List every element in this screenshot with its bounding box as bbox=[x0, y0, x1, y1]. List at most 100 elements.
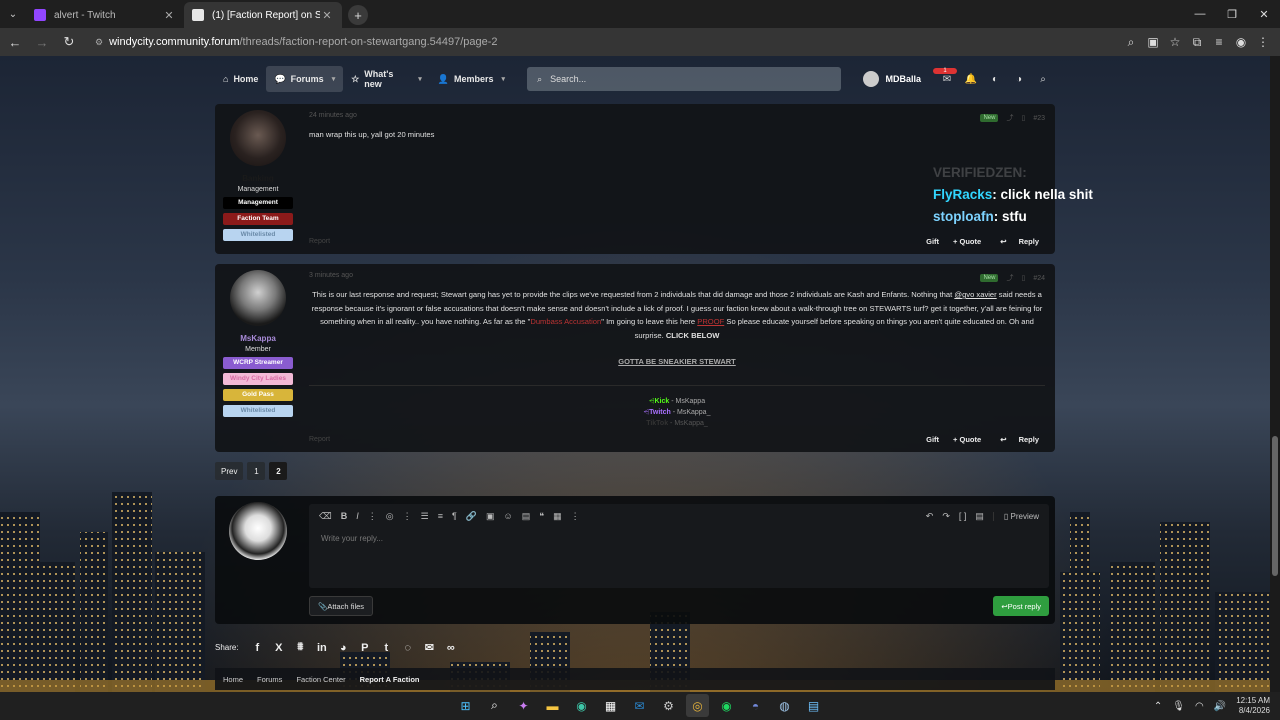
chevron-down-icon[interactable]: ▾ bbox=[418, 75, 422, 83]
chevron-down-icon[interactable]: ▾ bbox=[502, 75, 506, 83]
extensions-icon[interactable]: ⧉ bbox=[1186, 31, 1208, 53]
avatar[interactable] bbox=[230, 270, 286, 326]
mention-link[interactable]: @gvo xavier bbox=[954, 290, 996, 299]
report-link[interactable]: Report bbox=[309, 238, 330, 245]
bookmark-star-icon[interactable]: ☆ bbox=[1164, 31, 1186, 53]
bell-icon[interactable]: 🔔 bbox=[959, 74, 983, 85]
breadcrumb-item[interactable]: Report A Faction bbox=[360, 675, 420, 684]
more-icon[interactable]: ⋮ bbox=[571, 511, 580, 522]
clock[interactable]: 12:15 AM 8/4/2026 bbox=[1236, 696, 1270, 716]
reply-textarea[interactable]: Write your reply... bbox=[309, 528, 1049, 549]
tab-forum[interactable]: (1) [Faction Report] on StewartG ✕ bbox=[184, 2, 342, 28]
copilot-icon[interactable]: ✦ bbox=[512, 694, 535, 717]
nav-members[interactable]: 👤 Members ▾ bbox=[430, 66, 513, 92]
post-number[interactable]: #23 bbox=[1033, 115, 1045, 122]
facebook-icon[interactable]: f bbox=[247, 642, 269, 654]
edge-icon[interactable]: ◉ bbox=[570, 694, 593, 717]
bbcode-icon[interactable]: [ ] bbox=[959, 511, 967, 521]
signature-link[interactable]: GOTTA BE SNEAKIER STEWART bbox=[618, 356, 736, 367]
user-menu[interactable]: MDBalla bbox=[863, 71, 921, 87]
theme-icon[interactable]: ◑ bbox=[1007, 74, 1031, 85]
list-icon[interactable]: ☰ bbox=[421, 511, 429, 522]
tab-close-icon[interactable]: ✕ bbox=[162, 9, 176, 22]
more-icon[interactable]: ⋮ bbox=[403, 511, 412, 522]
tumblr-icon[interactable]: t bbox=[376, 642, 398, 654]
search-icon[interactable]: ⌕ bbox=[483, 694, 506, 717]
report-link[interactable]: Report bbox=[309, 436, 330, 443]
bold-icon[interactable]: B bbox=[341, 511, 348, 521]
table-icon[interactable]: ▦ bbox=[553, 511, 562, 522]
prev-page-button[interactable]: Prev bbox=[215, 462, 244, 480]
image-icon[interactable]: ▣ bbox=[486, 511, 495, 522]
install-app-icon[interactable]: ▣ bbox=[1142, 31, 1164, 53]
nav-forums[interactable]: 💬 Forums ▾ bbox=[266, 66, 344, 92]
post-time[interactable]: 3 minutes ago bbox=[309, 272, 353, 284]
signature-label[interactable]: TikTok bbox=[646, 420, 668, 427]
post-time[interactable]: 24 minutes ago bbox=[309, 112, 357, 124]
align-icon[interactable]: ≡ bbox=[438, 511, 443, 521]
reply-button[interactable]: ↩ Reply bbox=[990, 432, 1049, 447]
site-info-icon[interactable]: ⚙ bbox=[95, 37, 103, 48]
profile-icon[interactable]: ◉ bbox=[1230, 31, 1252, 53]
breadcrumb-item[interactable]: Home bbox=[223, 675, 243, 684]
accusation-link[interactable]: Dumbass Accusation bbox=[530, 317, 601, 326]
chrome-icon[interactable]: ◎ bbox=[686, 694, 709, 717]
breadcrumb-item[interactable]: Forums bbox=[257, 675, 282, 684]
tab-close-icon[interactable]: ✕ bbox=[320, 9, 334, 22]
eraser-icon[interactable]: ⌫ bbox=[319, 511, 332, 522]
proof-link[interactable]: PROOF bbox=[697, 317, 724, 326]
outlook-icon[interactable]: ✉ bbox=[628, 694, 651, 717]
store-icon[interactable]: ▦ bbox=[599, 694, 622, 717]
share-icon[interactable]: ⤴ bbox=[1006, 273, 1013, 283]
address-bar[interactable]: ⚙ windycity.community.forum /threads/fac… bbox=[87, 31, 1087, 53]
menu-dots-icon[interactable]: ⋮ bbox=[1252, 31, 1274, 53]
username[interactable]: Banking bbox=[221, 174, 295, 183]
volume-icon[interactable]: 🔊 bbox=[1214, 701, 1226, 712]
notepad-icon[interactable]: ▤ bbox=[802, 694, 825, 717]
username[interactable]: MsKappa bbox=[221, 334, 295, 343]
minimize-icon[interactable]: — bbox=[1184, 0, 1216, 28]
preview-button[interactable]: ▯ Preview bbox=[992, 511, 1039, 521]
share-icon[interactable]: ⤴ bbox=[1006, 113, 1013, 123]
drafts-icon[interactable]: ▤ bbox=[975, 511, 984, 522]
reading-list-icon[interactable]: ≡ bbox=[1208, 31, 1230, 53]
back-arrow-icon[interactable]: ← bbox=[3, 30, 27, 54]
link-icon[interactable]: 🔗 bbox=[466, 511, 477, 522]
gift-button[interactable]: Gift bbox=[921, 432, 944, 447]
italic-icon[interactable]: I bbox=[356, 511, 359, 521]
page-1-button[interactable]: 1 bbox=[247, 462, 266, 480]
reply-button[interactable]: ↩ Reply bbox=[990, 234, 1049, 249]
redo-icon[interactable]: ↷ bbox=[942, 511, 950, 522]
avatar[interactable] bbox=[230, 110, 286, 166]
gift-button[interactable]: Gift bbox=[921, 234, 944, 249]
chevron-down-icon[interactable]: ▾ bbox=[332, 75, 336, 83]
search-input[interactable]: ⌕ Search... bbox=[527, 67, 842, 91]
file-explorer-icon[interactable]: ▬ bbox=[541, 694, 564, 717]
inbox-icon[interactable]: ✉ 1 bbox=[933, 67, 959, 85]
tray-chevron-icon[interactable]: ⌃ bbox=[1154, 701, 1162, 712]
signature-label[interactable]: Kick bbox=[655, 398, 670, 405]
attach-files-button[interactable]: 📎 Attach files bbox=[309, 596, 374, 616]
x-icon[interactable]: X bbox=[268, 642, 290, 654]
paragraph-icon[interactable]: ¶ bbox=[452, 511, 457, 521]
page-2-button[interactable]: 2 bbox=[269, 462, 288, 480]
undo-icon[interactable]: ↶ bbox=[926, 511, 934, 522]
page-scrollbar[interactable] bbox=[1270, 56, 1280, 692]
discord-icon[interactable]: ◓ bbox=[744, 694, 767, 717]
quote-button[interactable]: + Quote bbox=[948, 432, 986, 447]
post-number[interactable]: #24 bbox=[1033, 275, 1045, 282]
reddit-icon[interactable]: ◕ bbox=[333, 642, 355, 654]
tab-twitch[interactable]: alvert - Twitch ✕ bbox=[26, 2, 184, 28]
whatsapp-icon[interactable]: ◌ bbox=[397, 642, 419, 654]
media-icon[interactable]: ▤ bbox=[522, 511, 531, 522]
quote-icon[interactable]: ❝ bbox=[539, 511, 544, 522]
maximize-icon[interactable]: ❐ bbox=[1216, 0, 1248, 28]
bookmark-icon[interactable]: ▯ bbox=[1021, 274, 1025, 282]
microphone-icon[interactable]: 🎙 bbox=[1172, 701, 1185, 712]
more-text-icon[interactable]: ⋮ bbox=[368, 511, 377, 522]
zoom-icon[interactable]: ⌕ bbox=[1120, 31, 1142, 53]
linkedin-icon[interactable]: in bbox=[311, 642, 333, 654]
toggle-icon[interactable]: ◐ bbox=[983, 74, 1007, 85]
emoji-icon[interactable]: ☺ bbox=[504, 511, 513, 521]
bluesky-icon[interactable]: ⩩ bbox=[290, 641, 312, 654]
